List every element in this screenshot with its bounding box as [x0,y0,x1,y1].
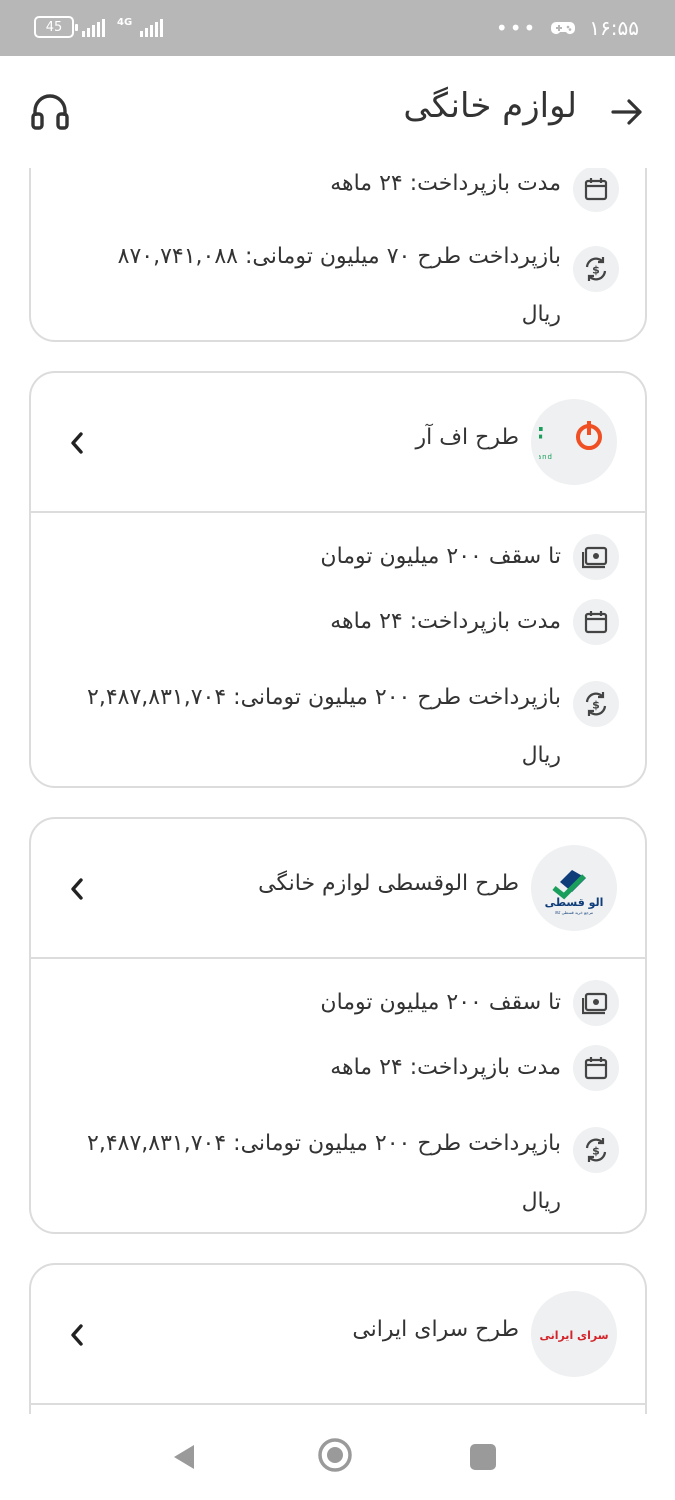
limit-text: تا سقف ۲۰۰ میلیون تومان [320,990,561,1015]
headset-icon [31,94,69,130]
logo-text: الو قسطی [545,896,604,909]
duration-text: مدت بازپرداخت: ۲۴ ماهه [330,171,561,196]
nav-recents-button[interactable] [470,1444,496,1470]
arrow-right-icon [611,99,642,125]
repayment-unit: ریال [521,302,561,327]
logo-subtext: مرجع خرید قسطی کالا [555,910,593,915]
app-bar: لوازم خانگی [0,56,675,168]
chevron-left-icon [71,878,83,900]
page-title: لوازم خانگی [403,86,577,126]
gamepad-icon [551,22,576,35]
repayment-row: $ بازپرداخت طرح ۷۰ میلیون تومانی: ۸۷۰,۷۴… [31,228,645,340]
chevron-left-icon [71,1324,83,1346]
repayment-unit: ریال [521,743,561,768]
saray-irani-logo: سرای ایرانی [531,1291,617,1377]
nav-home-button[interactable] [316,1436,354,1478]
status-left: 45 4G [34,16,164,38]
svg-text:rivand: rivand [539,453,553,461]
expand-button[interactable] [67,875,87,903]
calendar-icon [573,168,619,212]
repayment-row: $ بازپرداخت طرح ۲۰۰ میلیون تومانی: ۲,۴۸۷… [31,669,645,785]
system-nav-bar [0,1414,675,1500]
refund-icon: $ [573,246,619,292]
plan-card-partial: مدت بازپرداخت: ۲۴ ماهه $ بازپرداخت طرح ۷… [29,168,647,342]
nav-back-button[interactable] [170,1442,198,1476]
refund-icon: $ [573,681,619,727]
support-button[interactable] [30,92,70,134]
expand-button[interactable] [67,1321,87,1349]
duration-text: مدت بازپرداخت: ۲۴ ماهه [330,1055,561,1080]
duration-row: مدت بازپرداخت: ۲۴ ماهه [31,1045,645,1115]
duration-row: مدت بازپرداخت: ۲۴ ماهه [31,599,645,669]
repayment-amount: بازپرداخت طرح ۲۰۰ میلیون تومانی: ۲,۴۸۷,۸… [87,1131,561,1156]
limit-row: تا سقف ۲۰۰ میلیون تومان [31,975,645,1045]
more-dots: ••• [495,16,538,40]
saray-irani-logo-image: سرای ایرانی [539,1329,608,1342]
repayment-unit: ریال [521,1189,561,1214]
battery-icon: 45 [34,16,78,38]
plan-card-alo-ghesti: الو قسطی مرجع خرید قسطی کالا طرح الوقسطی… [29,817,647,1234]
plan-header[interactable]: F rivand طرح اف آر [31,373,645,513]
repayment-amount: بازپرداخت طرح ۲۰۰ میلیون تومانی: ۲,۴۸۷,۸… [87,685,561,710]
battery-level: 45 [45,19,63,35]
repayment-row: $ بازپرداخت طرح ۲۰۰ میلیون تومانی: ۲,۴۸۷… [31,1115,645,1231]
plan-header[interactable]: سرای ایرانی طرح سرای ایرانی [31,1265,645,1405]
calendar-icon [573,1045,619,1091]
repayment-amount: بازپرداخت طرح ۷۰ میلیون تومانی: ۸۷۰,۷۴۱,… [117,244,561,269]
plan-header[interactable]: الو قسطی مرجع خرید قسطی کالا طرح الوقسطی… [31,819,645,959]
duration-text: مدت بازپرداخت: ۲۴ ماهه [330,609,561,634]
chevron-left-icon [71,432,83,454]
refund-icon: $ [573,1127,619,1173]
back-button[interactable] [607,92,647,132]
limit-row: تا سقف ۲۰۰ میلیون تومان [31,529,645,599]
clock: ۱۶:۵۵ [589,16,639,40]
repayment-text: بازپرداخت طرح ۷۰ میلیون تومانی: ۸۷۰,۷۴۱,… [117,228,561,340]
logo-text: سرای ایرانی [539,1329,608,1342]
alo-ghesti-logo: الو قسطی مرجع خرید قسطی کالا [531,845,617,931]
duration-row: مدت بازپرداخت: ۲۴ ماهه [31,168,645,228]
circle-home-icon [318,1438,352,1472]
fr-logo-image: F rivand [539,421,602,461]
fr-logo: F rivand [531,399,617,485]
repayment-text: بازپرداخت طرح ۲۰۰ میلیون تومانی: ۲,۴۸۷,۸… [87,669,561,785]
plan-card-saray-irani: سرای ایرانی طرح سرای ایرانی [29,1263,647,1414]
signal-icon-2 [140,17,164,37]
expand-button[interactable] [67,429,87,457]
plan-card-fr: F rivand طرح اف آر تا سقف ۲۰۰ میلیون توم… [29,371,647,788]
svg-text:$: $ [592,1145,600,1158]
plans-list[interactable]: مدت بازپرداخت: ۲۴ ماهه $ بازپرداخت طرح ۷… [0,168,675,1414]
status-right: ••• ۱۶:۵۵ [496,16,639,40]
money-icon [573,980,619,1026]
svg-text:$: $ [592,699,600,712]
svg-text:$: $ [592,264,600,277]
plan-name: طرح سرای ایرانی [352,1317,519,1342]
limit-text: تا سقف ۲۰۰ میلیون تومان [320,544,561,569]
plan-name: طرح اف آر [415,425,520,450]
repayment-text: بازپرداخت طرح ۲۰۰ میلیون تومانی: ۲,۴۸۷,۸… [87,1115,561,1231]
plan-name: طرح الوقسطی لوازم خانگی [258,871,519,896]
calendar-icon [573,599,619,645]
svg-text:F: F [539,421,545,454]
status-bar: 45 4G ••• ۱۶:۵۵ [0,0,675,56]
alo-ghesti-logo-image: الو قسطی مرجع خرید قسطی کالا [545,870,604,915]
triangle-back-icon [174,1445,194,1469]
network-type: 4G [117,16,133,28]
signal-icon [82,17,105,37]
money-icon [573,534,619,580]
